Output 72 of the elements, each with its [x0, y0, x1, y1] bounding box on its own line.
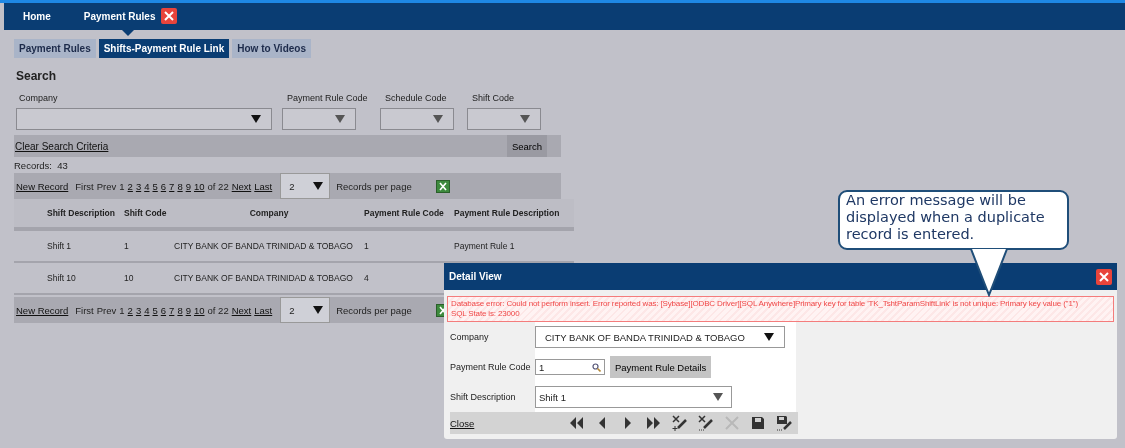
table-cell-text: Payment Rule 1: [454, 241, 516, 251]
field-label: Company: [18, 93, 59, 103]
page-link[interactable]: 2: [127, 304, 133, 316]
next-link[interactable]: Next: [231, 304, 252, 316]
column-header: Shift Description: [47, 208, 116, 218]
page-link[interactable]: 8: [177, 304, 183, 316]
shift-select[interactable]: Shift 1: [535, 386, 732, 408]
field-label: Schedule Code: [384, 93, 448, 103]
page-link[interactable]: 8: [177, 180, 183, 192]
company-select[interactable]: CITY BANK OF BANDA TRINIDAD & TOBAGO: [535, 326, 785, 348]
table-cell-text: CITY BANK OF BANDA TRINIDAD & TOBAGO: [174, 241, 354, 251]
payment-rule-details-button[interactable]: Payment Rule Details: [610, 356, 712, 378]
per-page-select[interactable]: 2: [280, 173, 331, 199]
sub-tab[interactable]: Shifts-Payment Rule Link: [98, 39, 230, 58]
sub-tab[interactable]: Payment Rules: [14, 39, 96, 58]
field-label: Payment Rule Code: [450, 362, 532, 372]
pager-text: Prev: [96, 304, 117, 316]
field-label: Shift Description: [450, 392, 517, 402]
per-page-select[interactable]: 2: [280, 297, 331, 323]
field-label: Payment Rule Code: [286, 93, 369, 103]
code-input[interactable]: 1: [535, 359, 605, 375]
table-cell-text: Shift 10: [47, 273, 77, 283]
page-link[interactable]: 2: [127, 180, 133, 192]
column-header: Payment Rule Description: [454, 208, 561, 218]
page-total: of 22: [207, 304, 229, 316]
current-page: 1: [119, 304, 125, 316]
pager-text: First: [75, 304, 94, 316]
table-cell-text: 1: [124, 241, 130, 251]
nav-tab[interactable]: Home: [23, 3, 51, 36]
page-link[interactable]: 7: [169, 180, 175, 192]
per-page-label: Records per page: [336, 304, 412, 316]
page-link[interactable]: 9: [185, 180, 191, 192]
close-link[interactable]: Close: [450, 417, 475, 429]
page-link[interactable]: 9: [185, 304, 191, 316]
error-message: Database error: Could not perform insert. Error reported was: [Sybase][ODBC Driver][SQL Anywhere]Primary key for table 'TK_TshtParamShiftLink' is not unique: Primary key value (''1'') SQL State is: 23000: [447, 296, 1114, 322]
page-link[interactable]: 10: [193, 180, 205, 192]
table-cell-text: 1: [364, 241, 370, 251]
field-label: Shift Code: [471, 93, 516, 103]
records-count: Records: 43: [14, 160, 69, 171]
last-link[interactable]: Last: [254, 304, 273, 316]
search-title: Search: [16, 69, 58, 83]
nav-tab[interactable]: Payment Rules: [83, 3, 156, 36]
pager-text: Prev: [96, 180, 117, 192]
sub-tab[interactable]: How to Videos: [232, 39, 311, 58]
new-record-link[interactable]: New Record: [16, 180, 69, 192]
search-button[interactable]: Search: [506, 135, 547, 157]
page-total: of 22: [207, 180, 229, 192]
current-page: 1: [119, 180, 125, 192]
page-link[interactable]: 4: [144, 180, 150, 192]
page-link[interactable]: 6: [160, 180, 167, 192]
per-page-label: Records per page: [336, 180, 412, 192]
table-cell-text: Shift 1: [47, 241, 73, 251]
table-cell-text: 10: [124, 273, 135, 283]
page-link[interactable]: 6: [160, 304, 167, 316]
dialog-title: Detail View: [449, 271, 502, 282]
column-header: Company: [248, 208, 290, 218]
page-link[interactable]: 4: [144, 304, 150, 316]
page-link[interactable]: 7: [169, 304, 175, 316]
last-link[interactable]: Last: [254, 180, 273, 192]
next-link[interactable]: Next: [231, 180, 252, 192]
page-link[interactable]: 5: [152, 180, 158, 192]
page-link[interactable]: 3: [135, 180, 142, 192]
clear-search-link[interactable]: Clear Search Criteria: [14, 140, 109, 152]
new-record-link[interactable]: New Record: [16, 304, 69, 316]
page-link[interactable]: 10: [193, 304, 205, 316]
column-header: Shift Code: [124, 208, 168, 218]
page-link[interactable]: 5: [152, 304, 158, 316]
page-link[interactable]: 3: [135, 304, 142, 316]
field-label: Company: [450, 332, 490, 342]
table-cell-text: CITY BANK OF BANDA TRINIDAD & TOBAGO: [174, 273, 354, 283]
pager-text: First: [75, 180, 94, 192]
column-header: Payment Rule Code: [364, 208, 445, 218]
